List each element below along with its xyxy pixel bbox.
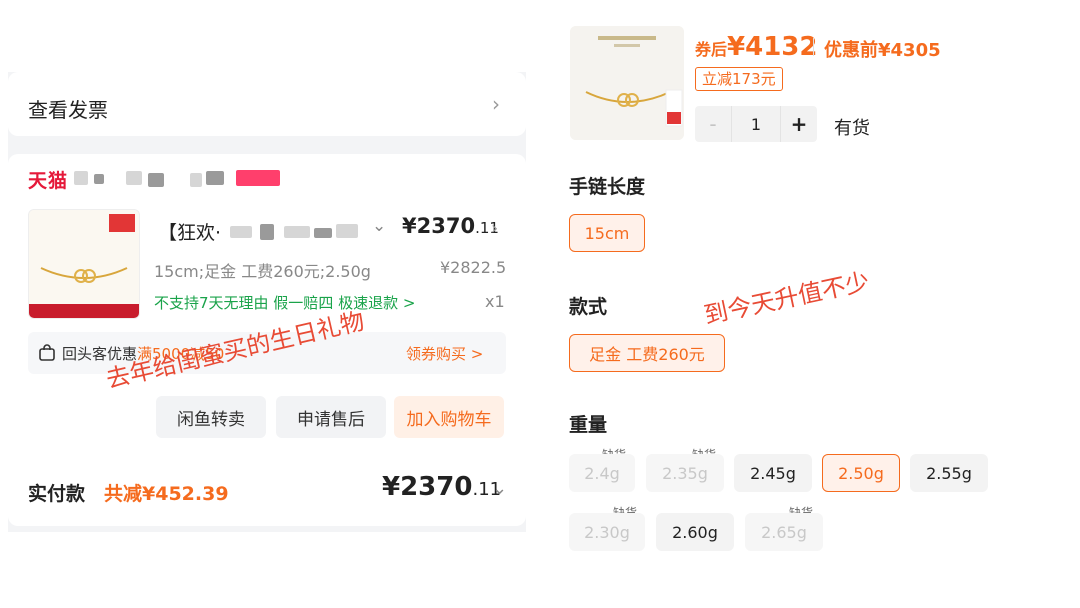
minus-icon[interactable]: - xyxy=(695,106,731,142)
xianyu-resell-button[interactable]: 闲鱼转卖 xyxy=(156,396,266,438)
paid-amount: ¥2370.11 xyxy=(382,472,502,502)
product-price: ¥2370.11 xyxy=(402,214,499,238)
item-quantity: x1 xyxy=(485,292,505,311)
redacted-shop-name xyxy=(148,173,164,187)
redacted-shop-name xyxy=(74,171,88,185)
redacted-shop-name xyxy=(206,171,224,185)
redacted-shop-name xyxy=(190,173,202,187)
weight-option-2.30g: 2.30g xyxy=(569,513,645,551)
instant-discount-badge: 立减173元 xyxy=(695,67,783,91)
plus-icon[interactable]: + xyxy=(781,106,817,142)
shopping-bag-icon xyxy=(39,344,55,361)
product-spec: 15cm;足金 工费260元;2.50g xyxy=(154,262,371,281)
order-detail-panel: 查看发票 › 天猫 【狂欢· ⌄ ¥2370.11 › 15cm;足金 工费26… xyxy=(8,72,526,532)
redacted-shop-name xyxy=(126,171,142,185)
chevron-down-icon[interactable]: ⌄ xyxy=(372,216,386,236)
bracelet-image xyxy=(570,26,684,140)
weight-option-2.50g[interactable]: 2.50g xyxy=(822,454,900,492)
tmall-logo: 天猫 xyxy=(28,170,69,192)
section-title-style: 款式 xyxy=(569,296,608,318)
price-divider xyxy=(813,38,814,56)
claim-coupon-link[interactable]: 领券购买 > xyxy=(406,343,483,364)
invoice-row[interactable]: 查看发票 › xyxy=(8,72,526,136)
section-title-length: 手链长度 xyxy=(569,176,646,198)
price-before-discount: 优惠前¥4305 xyxy=(824,40,941,61)
thumbnail-band xyxy=(29,304,139,318)
weight-option-2.35g: 2.35g xyxy=(646,454,724,492)
redacted-shop-badge xyxy=(236,170,280,186)
redacted-title xyxy=(284,226,310,238)
quantity-stepper[interactable]: - 1 + xyxy=(695,106,817,142)
product-title[interactable]: 【狂欢· xyxy=(158,218,221,245)
weight-option-2.55g[interactable]: 2.55g xyxy=(910,454,988,492)
redacted-title xyxy=(336,224,358,238)
product-thumbnail[interactable] xyxy=(28,209,140,319)
service-tags[interactable]: 不支持7天无理由 假一赔四 极速退款 > xyxy=(154,292,415,313)
chevron-right-icon: › xyxy=(492,92,500,116)
add-to-cart-button[interactable]: 加入购物车 xyxy=(394,396,504,438)
redacted-title xyxy=(314,228,332,238)
original-price: ¥2822.5 xyxy=(440,258,507,277)
chevron-down-icon[interactable]: ⌄ xyxy=(492,478,507,499)
stock-status: 有货 xyxy=(834,118,870,139)
redacted-shop-name xyxy=(94,174,104,184)
bracelet-image xyxy=(29,210,139,318)
redacted-title xyxy=(260,224,274,240)
total-discount: 共减¥452.39 xyxy=(104,483,229,505)
weight-option-2.65g: 2.65g xyxy=(745,513,823,551)
price-after-coupon: 券后¥4132 xyxy=(695,32,818,62)
weight-option-2.60g[interactable]: 2.60g xyxy=(656,513,734,551)
invoice-title: 查看发票 xyxy=(28,98,108,122)
quantity-value[interactable]: 1 xyxy=(731,106,781,142)
sku-thumbnail xyxy=(570,26,684,140)
after-sale-button[interactable]: 申请售后 xyxy=(276,396,386,438)
weight-option-2.45g[interactable]: 2.45g xyxy=(734,454,812,492)
style-option-gold[interactable]: 足金 工费260元 xyxy=(569,334,725,372)
section-title-weight: 重量 xyxy=(569,414,608,436)
length-option-15cm[interactable]: 15cm xyxy=(569,214,645,252)
paid-label: 实付款 xyxy=(28,483,86,505)
redacted-title xyxy=(230,226,252,238)
weight-option-2.4g: 2.4g xyxy=(569,454,635,492)
chevron-right-icon[interactable]: › xyxy=(491,218,498,239)
annotation-value-rise: 到今天升值不少 xyxy=(701,267,872,330)
